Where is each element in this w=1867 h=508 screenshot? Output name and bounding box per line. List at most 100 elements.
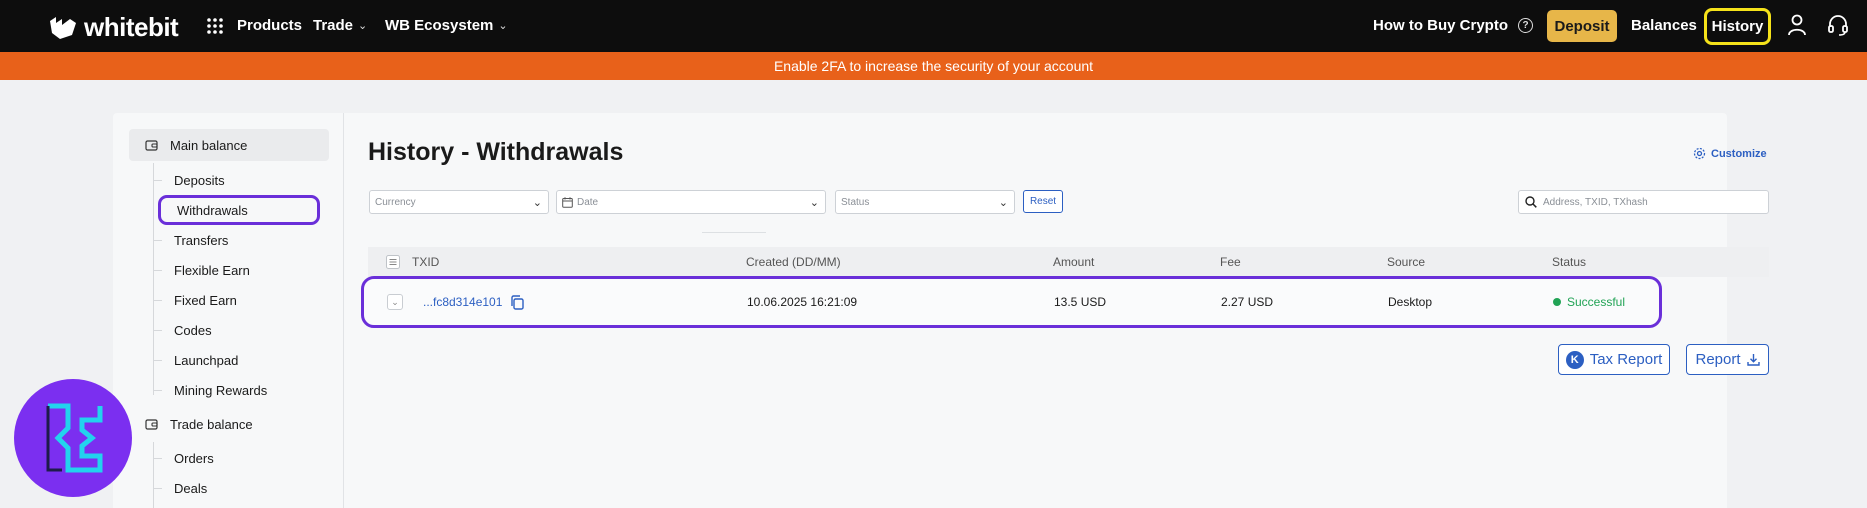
security-2fa-banner[interactable]: Enable 2FA to increase the security of y… <box>0 52 1867 80</box>
column-header-fee[interactable]: Fee <box>1220 247 1241 277</box>
column-header-source[interactable]: Source <box>1387 247 1425 277</box>
chevron-down-icon: ⌄ <box>358 20 368 32</box>
column-header-txid[interactable]: TXID <box>412 247 439 277</box>
chevron-down-icon: ⌄ <box>998 196 1008 209</box>
tree-tick <box>153 330 162 331</box>
deposit-button[interactable]: Deposit <box>1547 10 1617 42</box>
sidebar-trade-balance[interactable]: Trade balance <box>129 408 329 440</box>
balances-label: Balances <box>1631 17 1697 34</box>
download-icon <box>1746 354 1760 366</box>
tree-tick <box>153 300 162 301</box>
sidebar-item-codes[interactable]: Codes <box>174 320 212 340</box>
sidebar-tree-line <box>153 442 154 508</box>
select-all-checkbox[interactable] <box>386 247 400 277</box>
chevron-down-icon: ⌄ <box>387 294 403 310</box>
trade-balance-label: Trade balance <box>170 416 253 432</box>
chevron-down-icon: ⌄ <box>809 196 819 209</box>
sidebar-main-balance[interactable]: Main balance <box>129 129 329 161</box>
tradingfinder-logo <box>14 379 132 497</box>
created-cell: 10.06.2025 16:21:09 <box>747 295 858 309</box>
status-badge: Successful <box>1567 295 1626 309</box>
currency-placeholder: Currency <box>375 196 416 208</box>
sidebar-item-mining-rewards[interactable]: Mining Rewards <box>174 380 267 400</box>
nav-products[interactable]: Products <box>237 17 302 34</box>
nav-trade[interactable]: Trade ⌄ <box>313 17 367 34</box>
tree-tick <box>153 270 162 271</box>
tree-tick <box>153 360 162 361</box>
whitebit-logo-icon <box>50 16 76 39</box>
date-picker[interactable]: Date ⌄ <box>556 190 826 214</box>
sidebar-divider <box>343 113 344 508</box>
report-label: Report <box>1695 351 1741 368</box>
main-balance-label: Main balance <box>170 137 248 153</box>
search-input[interactable]: Address, TXID, TXhash <box>1518 190 1769 214</box>
tree-tick <box>153 180 162 181</box>
column-header-created[interactable]: Created (DD/MM) <box>746 247 841 277</box>
column-header-status[interactable]: Status <box>1552 247 1586 277</box>
tf-logo-icon <box>46 403 103 473</box>
koinly-icon: K <box>1565 350 1584 369</box>
help-icon: ? <box>1518 18 1533 33</box>
calendar-icon <box>562 196 573 208</box>
sidebar-item-deals[interactable]: Deals <box>174 478 207 498</box>
tree-tick <box>153 240 162 241</box>
currency-select[interactable]: Currency ⌄ <box>369 190 549 214</box>
nav-products-label: Products <box>237 17 303 34</box>
sidebar-item-launchpad[interactable]: Launchpad <box>174 350 238 370</box>
tree-tick <box>153 390 162 391</box>
sidebar-item-withdrawals[interactable]: Withdrawals <box>158 195 320 225</box>
status-placeholder: Status <box>841 196 870 208</box>
search-icon <box>1525 196 1537 208</box>
sidebar-item-orders[interactable]: Orders <box>174 448 214 468</box>
nav-trade-label: Trade <box>313 17 354 34</box>
customize-label: Customize <box>1711 147 1767 160</box>
tree-tick <box>153 458 162 459</box>
whitebit-logo[interactable]: whitebit <box>48 12 179 43</box>
source-cell: Desktop <box>1388 295 1433 309</box>
status-select[interactable]: Status ⌄ <box>835 190 1015 214</box>
nav-wb-ecosystem[interactable]: WB Ecosystem ⌄ <box>385 17 508 34</box>
page-title: History - Withdrawals <box>368 138 624 166</box>
how-to-buy-crypto-link[interactable]: How to Buy Crypto ? <box>1373 17 1533 34</box>
copy-icon[interactable] <box>510 294 525 310</box>
sidebar-item-deposits[interactable]: Deposits <box>174 170 225 190</box>
user-icon[interactable] <box>1787 14 1807 36</box>
reset-button[interactable]: Reset <box>1023 190 1063 213</box>
column-toggle-icon <box>386 255 400 269</box>
fee-cell: 2.27 USD <box>1221 295 1274 309</box>
status-dot <box>1553 298 1561 306</box>
top-navigation-bar: whitebit Products Trade ⌄ WB Ecosystem ⌄… <box>0 0 1867 52</box>
support-headset-icon[interactable] <box>1827 14 1849 36</box>
sidebar-item-fixed-earn[interactable]: Fixed Earn <box>174 290 237 310</box>
logo-text: whitebit <box>84 12 179 42</box>
table-row[interactable]: ⌄ ...fc8d314e101 10.06.2025 16:21:09 13.… <box>361 276 1662 328</box>
txid-cell: ...fc8d314e101 <box>423 279 525 325</box>
sidebar-item-flexible-earn[interactable]: Flexible Earn <box>174 260 250 280</box>
amount-cell: 13.5 USD <box>1054 295 1107 309</box>
search-placeholder: Address, TXID, TXhash <box>1543 196 1648 208</box>
grid-icon[interactable] <box>206 17 224 35</box>
how-to-buy-label: How to Buy Crypto <box>1373 17 1508 34</box>
date-field: Date <box>562 197 598 208</box>
customize-button[interactable]: Customize <box>1693 147 1767 160</box>
history-button[interactable]: History <box>1704 8 1771 45</box>
table-header: TXID Created (DD/MM) Amount Fee Source S… <box>368 247 1769 277</box>
status-cell: Successful <box>1553 279 1625 325</box>
gear-icon <box>1693 147 1706 160</box>
chevron-down-icon: ⌄ <box>532 196 542 209</box>
column-header-amount[interactable]: Amount <box>1053 247 1094 277</box>
wallet-icon <box>145 140 158 151</box>
report-button[interactable]: Report <box>1686 344 1769 375</box>
tree-tick <box>153 488 162 489</box>
tax-report-label: Tax Report <box>1589 351 1663 368</box>
balances-link[interactable]: Balances <box>1631 17 1697 34</box>
expand-row-button[interactable]: ⌄ <box>387 279 403 325</box>
chevron-down-icon: ⌄ <box>498 20 508 32</box>
nav-wb-ecosystem-label: WB Ecosystem <box>385 17 494 34</box>
sidebar-item-transfers[interactable]: Transfers <box>174 230 228 250</box>
banner-text: Enable 2FA to increase the security of y… <box>773 58 1094 74</box>
txid-link[interactable]: ...fc8d314e101 <box>423 295 502 309</box>
tax-report-button[interactable]: K Tax Report <box>1558 344 1670 375</box>
divider <box>702 232 766 233</box>
date-placeholder: Date <box>577 196 599 208</box>
